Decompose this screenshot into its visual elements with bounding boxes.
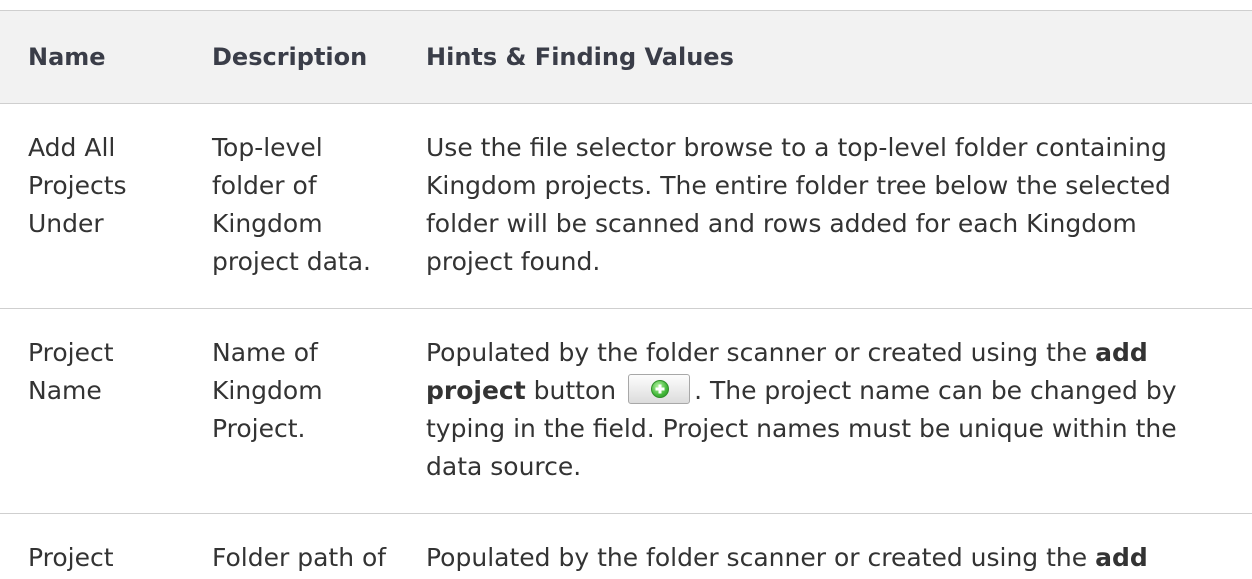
hint-bold-add: add (1095, 543, 1148, 572)
header-name: Name (28, 43, 106, 71)
table-row: Project Name Name of Kingdom Project. Po… (0, 309, 1252, 514)
table-row: Project Folder path of Populated by the … (0, 514, 1252, 577)
table-header-row: Name Description Hints & Finding Values (0, 11, 1252, 104)
green-plus-icon (651, 380, 670, 398)
row-description: Name of Kingdom Project. (212, 338, 323, 443)
hint-text-before: Populated by the folder scanner or creat… (426, 338, 1096, 367)
row-name: Add All Projects Under (28, 133, 127, 238)
row-hint: Use the file selector browse to a top-le… (426, 133, 1171, 276)
header-hints: Hints & Finding Values (426, 43, 734, 71)
row-description: Folder path of (212, 543, 387, 572)
row-hint: Populated by the folder scanner or creat… (412, 539, 1252, 577)
row-name: Project Name (28, 338, 114, 405)
parameter-table: Name Description Hints & Finding Values … (0, 10, 1252, 577)
row-hint: Populated by the folder scanner or creat… (412, 334, 1252, 486)
row-description: Top-level folder of Kingdom project data… (212, 133, 371, 276)
header-description: Description (212, 43, 368, 71)
row-name: Project (28, 543, 114, 572)
table-row: Add All Projects Under Top-level folder … (0, 104, 1252, 309)
add-project-button[interactable] (628, 374, 691, 404)
hint-text-before: Populated by the folder scanner or creat… (426, 543, 1096, 572)
hint-text-mid: button (525, 376, 625, 405)
